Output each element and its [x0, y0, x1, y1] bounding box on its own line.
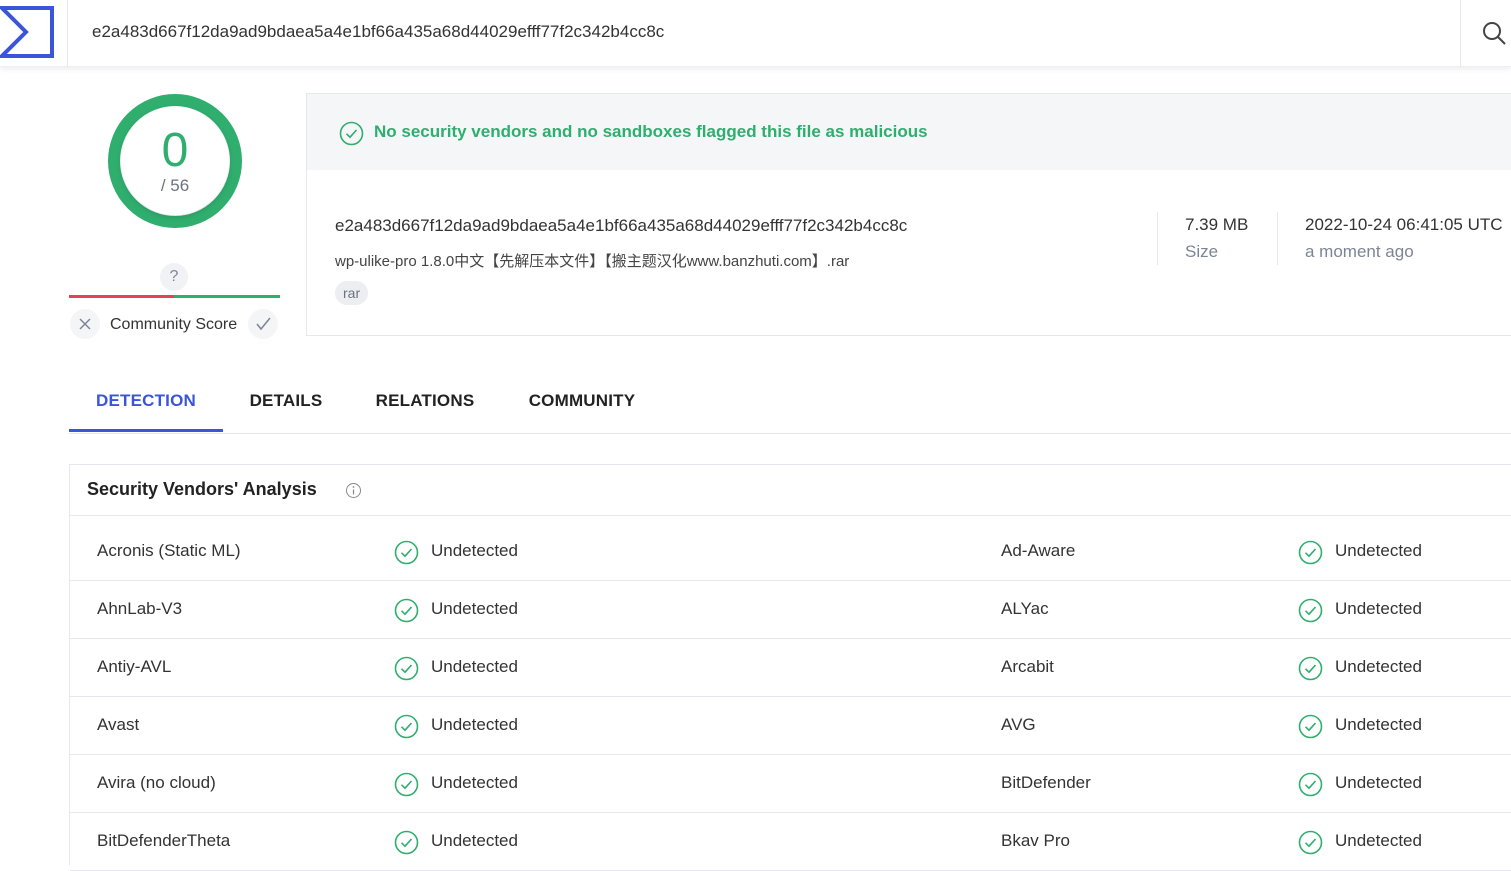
- vote-harmless-button[interactable]: [248, 309, 278, 339]
- check-circle-icon: [394, 540, 419, 565]
- analysis-date-value: 2022-10-24 06:41:05 UTC: [1305, 215, 1503, 234]
- table-row: Acronis (Static ML) Undetected Ad-Aware Und…: [70, 523, 1511, 581]
- vendor-name: BitDefender: [1001, 773, 1091, 792]
- report-tabs: DETECTION DETAILS RELATIONS COMMUNITY: [69, 370, 1511, 434]
- search-icon[interactable]: [1480, 19, 1508, 47]
- info-icon[interactable]: [345, 482, 362, 499]
- check-circle-icon: [394, 772, 419, 797]
- virustotal-logo[interactable]: [0, 6, 54, 58]
- community-score-label: Community Score: [110, 316, 238, 333]
- vendor-result: Undetected: [1335, 541, 1422, 560]
- verdict-banner: No security vendors and no sandboxes fla…: [307, 94, 1511, 170]
- table-row: Avira (no cloud) Undetected BitDefender Und…: [70, 755, 1511, 813]
- file-name: wp-ulike-pro 1.8.0中文【先解压本文件】【搬主题汉化www.ba…: [335, 253, 850, 270]
- check-circle-icon: [1298, 656, 1323, 681]
- vendor-name: Bkav Pro: [1001, 831, 1070, 850]
- divider: [1277, 212, 1278, 265]
- vendor-result: Undetected: [431, 831, 518, 850]
- security-vendors-analysis: Security Vendors' Analysis Acronis (Stat…: [69, 464, 1511, 871]
- vendor-result: Undetected: [1335, 773, 1422, 792]
- vendor-name: Avast: [97, 715, 140, 734]
- vendor-result: Undetected: [431, 541, 518, 560]
- detection-count: 0: [161, 124, 189, 177]
- section-title: Security Vendors' Analysis: [87, 479, 317, 499]
- table-row: Antiy-AVL Undetected Arcabit Undetected: [70, 639, 1511, 697]
- check-circle-icon: [1298, 714, 1323, 739]
- community-score-value: ?: [160, 263, 188, 291]
- check-circle-icon: [394, 830, 419, 855]
- tab-detection[interactable]: DETECTION: [69, 370, 223, 432]
- community-bar-negative: [69, 295, 174, 298]
- vendor-result: Undetected: [431, 599, 518, 618]
- vendor-result: Undetected: [1335, 657, 1422, 676]
- vendor-result: Undetected: [1335, 831, 1422, 850]
- community-bar-positive: [174, 295, 280, 298]
- vendor-name: Ad-Aware: [1001, 541, 1076, 560]
- file-summary-card: No security vendors and no sandboxes fla…: [306, 93, 1511, 336]
- vendor-name: BitDefenderTheta: [97, 831, 231, 850]
- logo-divider: [67, 0, 68, 66]
- table-row: AhnLab-V3 Undetected ALYac Undetected: [70, 581, 1511, 639]
- vendor-result: Undetected: [431, 657, 518, 676]
- vendor-name: Arcabit: [1001, 657, 1054, 676]
- vendor-name: ALYac: [1001, 599, 1049, 618]
- vote-malicious-button[interactable]: [70, 309, 100, 339]
- verdict-text: No security vendors and no sandboxes fla…: [374, 122, 928, 141]
- file-hash[interactable]: e2a483d667f12da9ad9bdaea5a4e1bf66a435a68…: [335, 216, 907, 236]
- search-input[interactable]: [80, 16, 1464, 48]
- top-bar: [0, 0, 1511, 67]
- vendor-name: Antiy-AVL: [97, 657, 172, 676]
- check-circle-icon: [1298, 540, 1323, 565]
- vendor-result: Undetected: [431, 715, 518, 734]
- vendor-result: Undetected: [431, 773, 518, 792]
- file-size-label: Size: [1185, 242, 1219, 261]
- check-circle-icon: [1298, 830, 1323, 855]
- vendor-name: Avira (no cloud): [97, 773, 216, 792]
- detection-total: / 56: [160, 176, 190, 195]
- tab-details[interactable]: DETAILS: [233, 370, 339, 432]
- search-divider: [1460, 0, 1461, 66]
- table-row: BitDefenderTheta Undetected Bkav Pro Undete…: [70, 813, 1511, 871]
- check-circle-icon: [394, 598, 419, 623]
- tab-relations[interactable]: RELATIONS: [359, 370, 491, 432]
- check-circle-icon: [394, 656, 419, 681]
- check-circle-icon: [394, 714, 419, 739]
- checkmark-icon: [256, 317, 271, 331]
- check-circle-icon: [339, 121, 364, 146]
- vendor-result: Undetected: [1335, 599, 1422, 618]
- check-circle-icon: [1298, 598, 1323, 623]
- vendor-name: AhnLab-V3: [97, 599, 183, 618]
- active-tab-indicator: [69, 429, 223, 432]
- vendor-result: Undetected: [1335, 715, 1422, 734]
- close-icon: [79, 318, 91, 330]
- vendor-results-table: Acronis (Static ML) Undetected Ad-Aware Und…: [70, 523, 1511, 871]
- check-circle-icon: [1298, 772, 1323, 797]
- divider: [70, 515, 1511, 516]
- table-row: Avast Undetected AVG Undetected: [70, 697, 1511, 755]
- divider: [1157, 212, 1158, 265]
- tab-community[interactable]: COMMUNITY: [509, 370, 655, 432]
- analysis-date-label: a moment ago: [1305, 242, 1414, 261]
- vendor-name: Acronis (Static ML): [97, 541, 241, 560]
- vendor-name: AVG: [1001, 715, 1036, 734]
- file-size-value: 7.39 MB: [1185, 215, 1249, 234]
- file-type-tag[interactable]: rar: [335, 281, 369, 305]
